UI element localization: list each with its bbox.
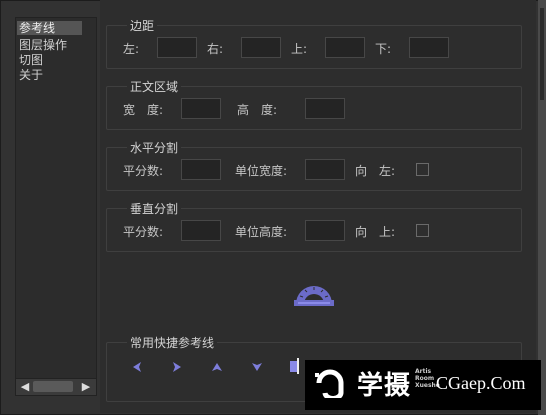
body-height-input[interactable] <box>305 98 345 119</box>
watermark-site: CGaep.Com <box>436 373 526 393</box>
vertical-split-group: 垂直分割 平分数: 单位高度: 向 上: <box>106 200 522 252</box>
group-title: 常用快捷参考线 <box>127 334 218 351</box>
body-width-input[interactable] <box>181 98 221 119</box>
vsplit-count-input[interactable] <box>181 220 221 241</box>
vsplit-unit-input[interactable] <box>305 220 345 241</box>
scroll-right-icon[interactable]: ▶ <box>80 381 92 393</box>
margin-top-input[interactable] <box>325 37 365 58</box>
group-title: 正文区域 <box>127 78 182 95</box>
watermark-brand: 学摄 <box>357 371 412 401</box>
watermark: 学摄 Artis Room Xueshe CGaep.Com <box>305 360 541 410</box>
sidebar-scrollbar[interactable]: ◀ ▶ <box>16 378 96 395</box>
margin-top-label: 上: <box>291 42 308 56</box>
arrow-right-icon[interactable] <box>170 360 184 374</box>
vsplit-count-label: 平分数: <box>123 225 164 239</box>
vsplit-direction-label: 向 上: <box>355 225 396 239</box>
guide-marker-icon[interactable] <box>290 361 297 372</box>
arrow-left-icon[interactable] <box>130 360 144 374</box>
main-panel: 边距 左: 右: 上: 下: 正文区域 宽 度: 高 度: 水平分割 平分数: … <box>100 0 536 413</box>
body-height-label: 高 度: <box>237 103 278 117</box>
sidebar: 参考线 图层操作 切图 关于 ◀ ▶ <box>15 17 97 396</box>
hsplit-direction-checkbox[interactable] <box>416 163 429 176</box>
sidebar-item-guides[interactable]: 参考线 <box>17 21 82 35</box>
vsplit-direction-checkbox[interactable] <box>416 224 429 237</box>
group-title: 垂直分割 <box>127 200 182 217</box>
hsplit-count-input[interactable] <box>181 159 221 180</box>
watermark-logo-icon <box>315 369 344 398</box>
window-scrollbar[interactable] <box>538 0 546 415</box>
hsplit-unit-label: 单位宽度: <box>235 164 288 178</box>
body-area-group: 正文区域 宽 度: 高 度: <box>106 78 522 130</box>
protractor-icon[interactable] <box>294 278 334 306</box>
window-scrollbar-thumb[interactable] <box>540 8 544 100</box>
scrollbar-thumb[interactable] <box>33 381 73 392</box>
body-width-label: 宽 度: <box>123 103 164 117</box>
scroll-left-icon[interactable]: ◀ <box>19 381 31 393</box>
sidebar-item-layer-ops[interactable]: 图层操作 <box>17 38 82 52</box>
sidebar-item-slice[interactable]: 切图 <box>17 53 82 67</box>
margin-bottom-input[interactable] <box>409 37 449 58</box>
margin-left-input[interactable] <box>157 37 197 58</box>
margin-right-input[interactable] <box>241 37 281 58</box>
horizontal-split-group: 水平分割 平分数: 单位宽度: 向 左: <box>106 139 522 191</box>
arrow-up-icon[interactable] <box>210 360 224 374</box>
margin-right-label: 右: <box>207 42 224 56</box>
group-title: 水平分割 <box>127 139 182 156</box>
margins-group: 边距 左: 右: 上: 下: <box>106 17 522 69</box>
margin-bottom-label: 下: <box>375 42 392 56</box>
text-cursor <box>297 358 299 374</box>
vsplit-unit-label: 单位高度: <box>235 225 288 239</box>
sidebar-item-about[interactable]: 关于 <box>17 68 82 82</box>
arrow-down-icon[interactable] <box>250 360 264 374</box>
margin-left-label: 左: <box>123 42 140 56</box>
group-title: 边距 <box>127 17 158 34</box>
hsplit-count-label: 平分数: <box>123 164 164 178</box>
hsplit-direction-label: 向 左: <box>355 164 396 178</box>
hsplit-unit-input[interactable] <box>305 159 345 180</box>
